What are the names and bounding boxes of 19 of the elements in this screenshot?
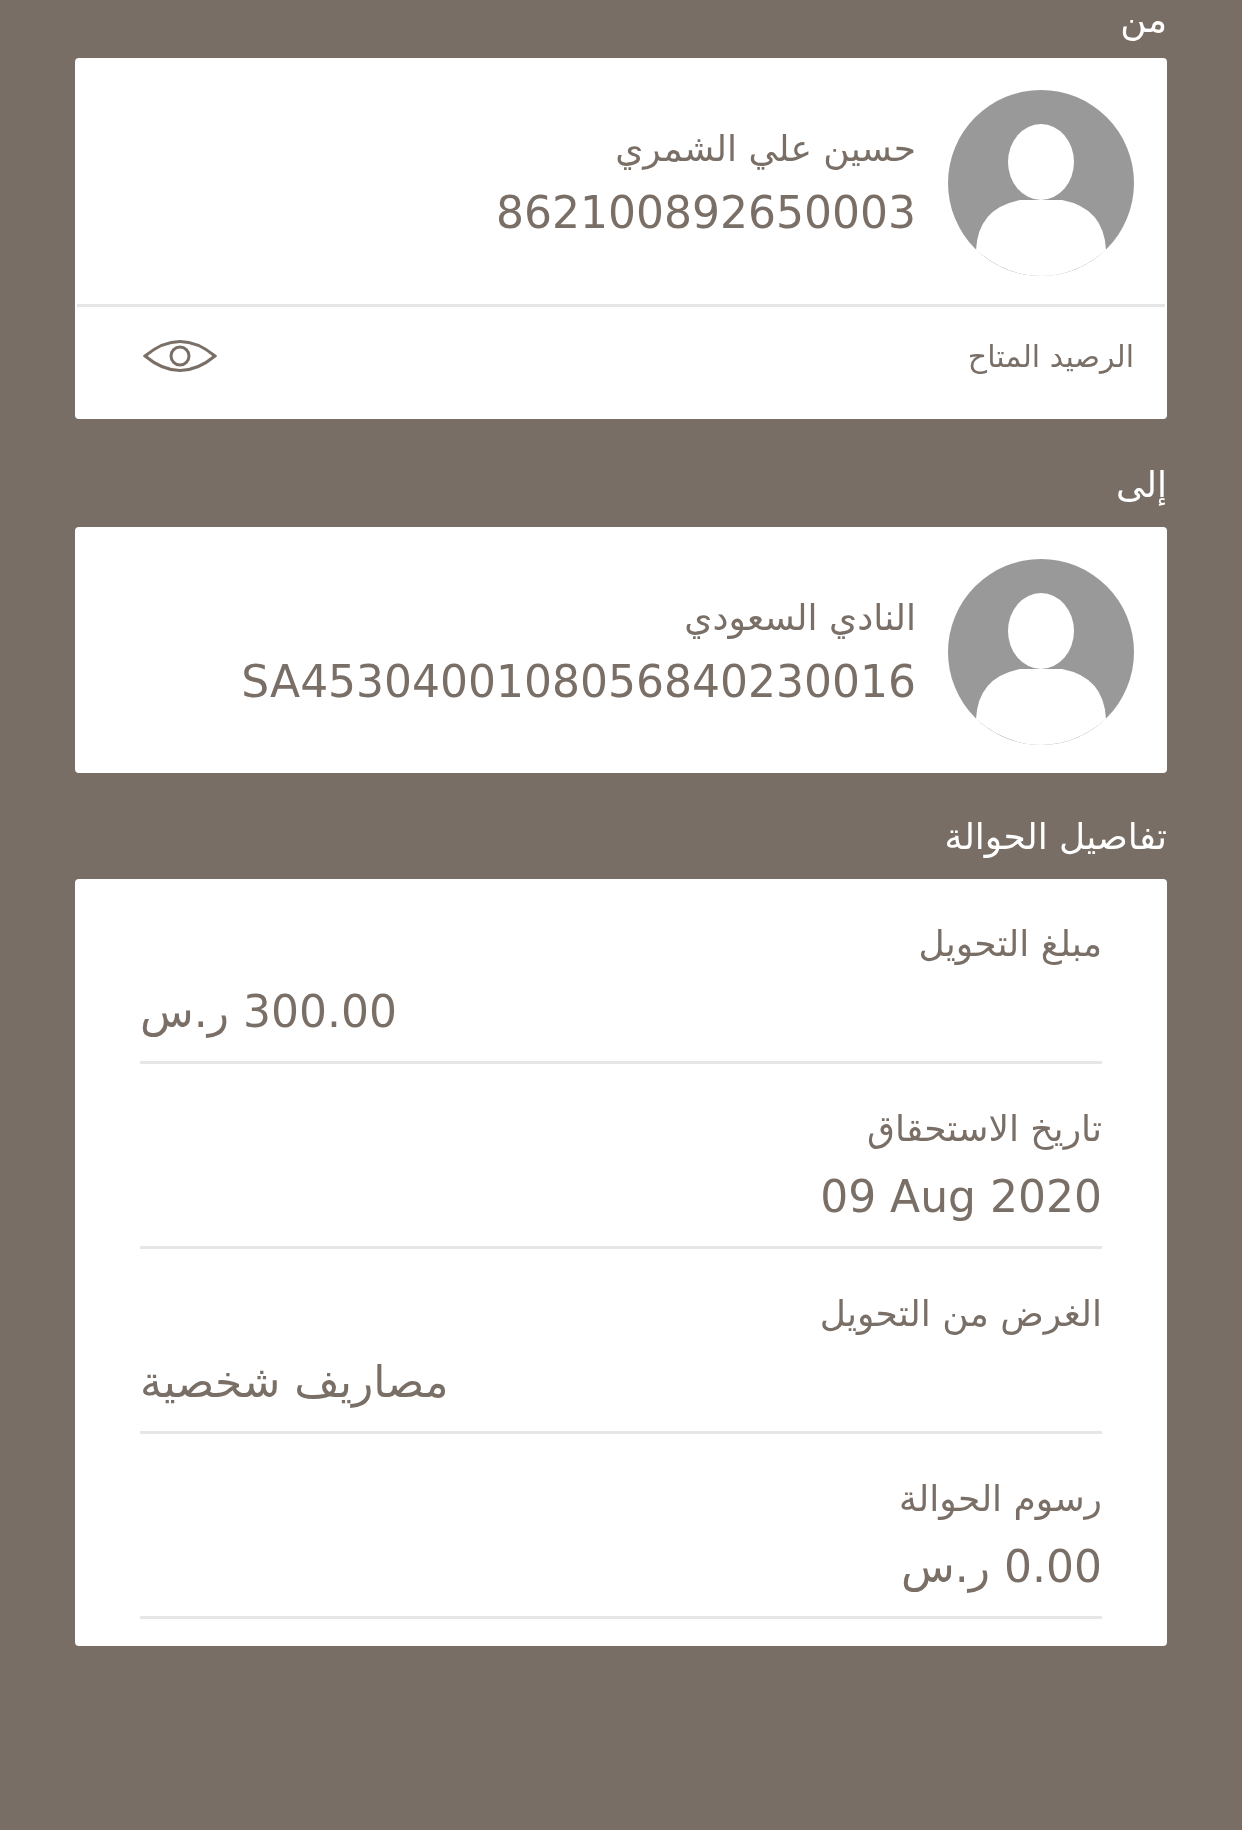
account-number: SA4530400108056840230016: [241, 656, 916, 707]
field-label: تاريخ الاستحقاق: [867, 1108, 1102, 1149]
account-name: النادي السعودي: [684, 597, 916, 638]
eye-icon[interactable]: [143, 337, 217, 375]
field-label: الغرض من التحويل: [819, 1293, 1102, 1334]
account-name: حسين علي الشمري: [615, 128, 916, 169]
section-heading: إلى: [1116, 464, 1167, 505]
section-heading: من: [1120, 0, 1167, 40]
field-value: 09 Aug 2020: [820, 1171, 1102, 1222]
input-field[interactable]: 300.00 ر.س: [140, 986, 397, 1037]
input-field[interactable]: مصاريف شخصية: [140, 1356, 449, 1407]
balance-label: الرصيد المتاح: [967, 338, 1134, 374]
field-label: مبلغ التحويل: [918, 923, 1102, 964]
account-number: 862100892650003: [496, 187, 916, 238]
avatar-icon: [948, 90, 1134, 276]
section-heading: تفاصيل الحوالة: [944, 816, 1167, 857]
avatar-icon: [948, 559, 1134, 745]
field-value: 0.00 ر.س: [901, 1541, 1102, 1592]
field-label: رسوم الحوالة: [899, 1478, 1102, 1519]
